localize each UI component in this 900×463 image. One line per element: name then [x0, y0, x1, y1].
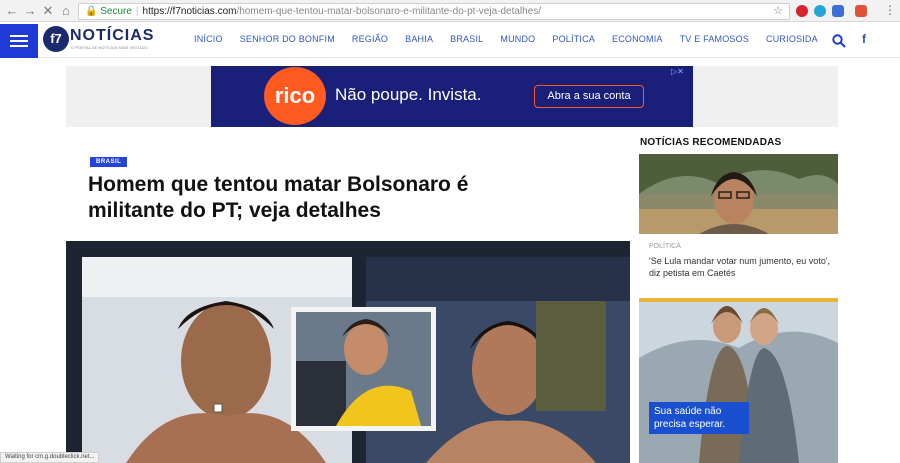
address-bar[interactable]: 🔒 Secure | https://f7noticias.com/homem-qu…: [78, 3, 790, 20]
sidebar-ad[interactable]: Sua saúde não precisa esperar.: [639, 298, 838, 463]
logo-text: NOTÍCIAS: [70, 27, 155, 44]
article-headline: Homem que tentou matar Bolsonaro é milit…: [88, 173, 469, 222]
logo-subtitle: O PORTAL DE NOTÍCIAS MAIS VISITADO: [71, 45, 148, 50]
stop-loading-icon[interactable]: ✕: [40, 3, 56, 19]
home-icon[interactable]: ⌂: [58, 3, 74, 19]
search-icon[interactable]: [832, 34, 846, 48]
ad-banner-area: rico Não poupe. Invista. Abra a sua cont…: [66, 66, 838, 127]
extension-icon-2[interactable]: [832, 5, 844, 17]
bookmark-star-icon[interactable]: ☆: [773, 4, 783, 19]
browser-menu-icon[interactable]: ⋮: [884, 3, 896, 17]
menu-item-brasil[interactable]: BRASIL: [450, 34, 483, 44]
pinterest-extension-icon[interactable]: [796, 5, 808, 17]
back-arrow-icon[interactable]: ←: [4, 3, 20, 19]
url-path: /homem-que-tentou-matar-bolsonaro-e-mili…: [236, 6, 542, 17]
recommended-news-image[interactable]: [639, 154, 838, 234]
ad-text: Não poupe. Invista.: [335, 85, 482, 104]
ad-close-icon[interactable]: ▷✕: [671, 67, 684, 76]
recommended-news-category[interactable]: POLÍTICA: [649, 243, 681, 250]
menu-item-bahia[interactable]: BAHIA: [405, 34, 433, 44]
article-photo: [66, 241, 630, 463]
recommended-news-headline[interactable]: 'Se Lula mandar votar num jumento, eu vo…: [649, 255, 834, 279]
secure-label: Secure: [100, 6, 132, 17]
facebook-icon[interactable]: f: [862, 32, 866, 46]
forward-arrow-icon[interactable]: →: [22, 3, 38, 19]
extension-icon[interactable]: [814, 5, 826, 17]
sidebar-title: NOTÍCIAS RECOMENDADAS: [640, 137, 782, 148]
menu-item-senhor-do-bonfim[interactable]: SENHOR DO BONFIM: [240, 34, 335, 44]
category-badge[interactable]: BRASIL: [90, 157, 128, 167]
ad-brand-logo: rico: [264, 67, 326, 125]
menu-item-inicio[interactable]: INÍCIO: [194, 34, 223, 44]
menu-item-tv-e-famosos[interactable]: TV E FAMOSOS: [680, 34, 749, 44]
status-bar: Waiting for cm.g.doubleclick.net...: [0, 452, 100, 463]
url-host: https://f7noticias.com: [142, 6, 237, 17]
menu-item-politica[interactable]: POLÍTICA: [552, 34, 595, 44]
logo-mark: f7: [43, 26, 69, 52]
site-header: f7 NOTÍCIAS O PORTAL DE NOTÍCIAS MAIS VI…: [0, 22, 900, 58]
menu-item-regiao[interactable]: REGIÃO: [352, 34, 388, 44]
sidebar-ad-text: Sua saúde não precisa esperar.: [649, 402, 749, 434]
menu-item-economia[interactable]: ECONOMIA: [612, 34, 663, 44]
ad-cta-button[interactable]: Abra a sua conta: [534, 85, 644, 108]
menu-item-curiosidades[interactable]: CURIOSIDA: [766, 34, 818, 44]
ad-banner[interactable]: rico Não poupe. Invista. Abra a sua cont…: [211, 66, 693, 127]
lock-icon: 🔒: [85, 6, 98, 17]
main-menu: INÍCIO SENHOR DO BONFIM REGIÃO BAHIA BRA…: [194, 34, 835, 44]
menu-item-mundo[interactable]: MUNDO: [500, 34, 535, 44]
hamburger-menu-icon[interactable]: [0, 24, 38, 58]
browser-toolbar: ← → ✕ ⌂ 🔒 Secure | https://f7noticias.com/…: [0, 0, 900, 22]
extension-icon-3[interactable]: [855, 5, 867, 17]
